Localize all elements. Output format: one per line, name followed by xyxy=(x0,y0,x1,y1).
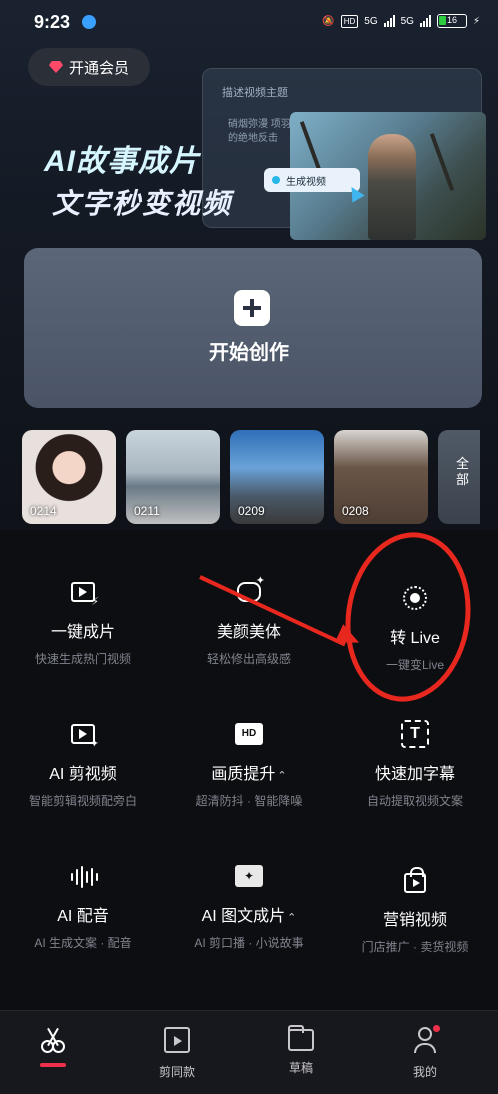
vip-label: 开通会员 xyxy=(68,59,129,77)
tool-title: 一键成片 xyxy=(50,624,115,641)
tool-quality-enhance[interactable]: HD 画质提升 ⌃ 超清防抖 · 智能降噪 xyxy=(166,720,332,809)
hd-icon: HD xyxy=(235,720,263,748)
tool-title: AI 剪视频 xyxy=(49,766,117,783)
tool-subtitle: 轻松修出高级感 xyxy=(206,652,291,666)
expand-icon: ⌃ xyxy=(287,912,297,924)
status-time: 9:23 xyxy=(34,12,71,32)
hd-icon: HD xyxy=(340,14,359,28)
signal-icon xyxy=(419,15,431,27)
vip-button[interactable]: 开通会员 xyxy=(28,48,150,86)
start-create-label: 开始创作 xyxy=(209,342,289,364)
signal-icon xyxy=(383,15,395,27)
banner-title: AI故事成片 xyxy=(44,145,200,178)
tool-subtitle: AI 生成文案 · 配音 xyxy=(34,936,132,950)
tool-subtitle: 智能剪辑视频配旁白 xyxy=(28,794,137,808)
tool-add-subtitles[interactable]: T 快速加字幕 自动提取视频文案 xyxy=(332,720,498,809)
tool-subtitle: 快速生成热门视频 xyxy=(34,652,131,666)
tool-title: 画质提升 ⌃ xyxy=(211,766,287,783)
image-text-icon: ✦ xyxy=(235,862,263,890)
thumbnail-date: 0208 xyxy=(342,504,369,518)
tool-title: AI 图文成片 ⌃ xyxy=(201,908,297,925)
ai-edit-icon: ✦ xyxy=(69,720,99,750)
tool-subtitle: 超清防抖 · 智能降噪 xyxy=(195,794,303,808)
active-tab-indicator xyxy=(40,1063,66,1067)
banner-card-label: 描述视频主题 xyxy=(222,87,288,99)
nav-label: 草稿 xyxy=(288,1061,313,1075)
scissors-icon xyxy=(40,1027,66,1053)
thumbnail-date: 0209 xyxy=(238,504,265,518)
banner-card-text: 硝烟弥漫 项羽的绝地反击 xyxy=(228,119,291,144)
generate-label: 生成视频 xyxy=(286,176,326,188)
subtitle-icon: T xyxy=(401,720,429,748)
thumbnail-date: 0211 xyxy=(134,504,160,518)
template-icon xyxy=(164,1027,190,1053)
nav-label: 剪同款 xyxy=(158,1065,195,1079)
recent-draft-thumbnail[interactable]: 0209 xyxy=(230,430,324,524)
auto-video-icon: ⚡ xyxy=(69,578,99,608)
nav-drafts[interactable]: 草稿 xyxy=(266,1025,336,1076)
tool-title: AI 配音 xyxy=(57,908,109,925)
tool-beauty[interactable]: ✦ 美颜美体 轻松修出高级感 xyxy=(166,575,332,667)
tool-title: 快速加字幕 xyxy=(374,766,455,783)
status-bar: 9:23 🔕 HD 5G 5G 16 ⚡ xyxy=(0,0,498,44)
folder-icon xyxy=(288,1025,314,1051)
notification-dot xyxy=(433,1025,440,1032)
tool-subtitle: AI 剪口播 · 小说故事 xyxy=(194,936,304,950)
expand-icon: ⌃ xyxy=(277,770,287,782)
status-indicators: 🔕 HD 5G 5G 16 ⚡ xyxy=(322,14,480,28)
profile-icon xyxy=(412,1025,440,1053)
generate-icon xyxy=(272,176,280,184)
start-create-button[interactable] xyxy=(24,248,482,408)
diamond-icon xyxy=(48,61,63,73)
nav-label: 我的 xyxy=(412,1065,437,1079)
recent-draft-thumbnail[interactable]: 0214 xyxy=(22,430,116,524)
notification-app-icon xyxy=(82,15,96,29)
recent-draft-thumbnail[interactable]: 0211 xyxy=(126,430,220,524)
tool-one-click-video[interactable]: ⚡ 一键成片 快速生成热门视频 xyxy=(0,578,166,667)
charging-icon: ⚡ xyxy=(472,15,480,27)
generate-video-pill: 生成视频 xyxy=(264,168,360,192)
tool-ai-image-text[interactable]: ✦ AI 图文成片 ⌃ AI 剪口播 · 小说故事 xyxy=(166,862,332,951)
tool-ai-edit[interactable]: ✦ AI 剪视频 智能剪辑视频配旁白 xyxy=(0,720,166,809)
warrior-figure xyxy=(368,134,416,240)
plus-icon xyxy=(234,290,270,326)
mute-bell-icon: 🔕 xyxy=(322,15,335,27)
tool-ai-voice[interactable]: AI 配音 AI 生成文案 · 配音 xyxy=(0,862,166,951)
recent-draft-thumbnail[interactable]: 0208 xyxy=(334,430,428,524)
tool-subtitle: 门店推广 · 卖货视频 xyxy=(361,940,469,954)
tool-title: 美颜美体 xyxy=(216,624,281,641)
banner-subtitle: 文字秒变视频 xyxy=(52,188,233,219)
tool-marketing-video[interactable]: 营销视频 门店推广 · 卖货视频 xyxy=(332,866,498,955)
nav-edit[interactable] xyxy=(18,1027,88,1067)
bottom-nav: 剪同款 草稿 我的 xyxy=(0,1010,498,1094)
battery-icon: 16 xyxy=(436,14,467,28)
voice-icon xyxy=(69,862,98,890)
tool-title: 营销视频 xyxy=(382,912,447,929)
thumbnail-date: 0214 xyxy=(30,504,57,518)
network-label-2: 5G xyxy=(400,15,414,27)
network-label-1: 5G xyxy=(364,15,378,27)
tool-subtitle: 自动提取视频文案 xyxy=(366,794,463,808)
nav-profile[interactable]: 我的 xyxy=(390,1025,460,1080)
marketing-icon xyxy=(401,866,429,894)
nav-templates[interactable]: 剪同款 xyxy=(142,1027,212,1080)
view-all-label: 全部 xyxy=(456,456,470,487)
